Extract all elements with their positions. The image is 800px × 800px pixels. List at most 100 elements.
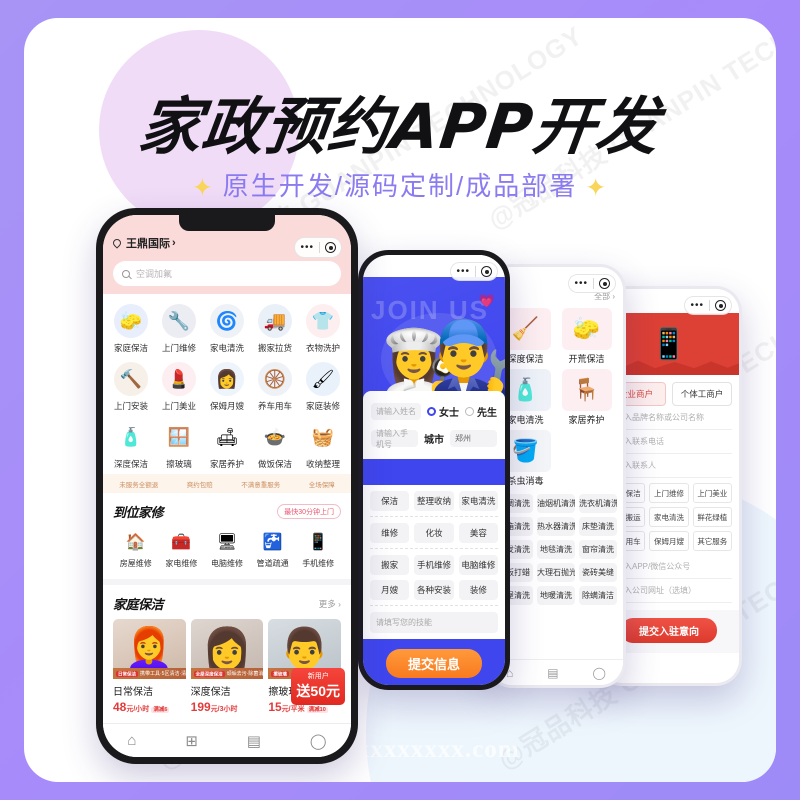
name-input[interactable]: 请输入姓名 — [371, 403, 421, 420]
p3-tag-row: 沙发清洗 地毯清洗 窗帘清洗 — [495, 540, 617, 559]
more-dots-icon[interactable]: ••• — [690, 300, 704, 311]
tag-divider — [370, 605, 498, 606]
subtitle-text: 原生开发/源码定制/成品部署 — [222, 171, 578, 201]
p4-service-tag[interactable]: 保姆月嫂 — [649, 531, 689, 551]
capsule-divider — [709, 300, 710, 311]
skill-input[interactable]: 请填写您的技能 — [370, 612, 498, 633]
tabbar-orders-icon[interactable]: ▤ — [247, 732, 261, 750]
p3-tag[interactable]: 除螨清洁 — [579, 586, 617, 605]
nanny-icon: 👩 — [210, 362, 244, 396]
phone-notch — [179, 215, 275, 231]
repair-item-pipe[interactable]: 🚰 管道疏通 — [250, 530, 296, 569]
phone-input[interactable]: 请输入手机号 — [371, 429, 418, 449]
service-item-deep-cleaning[interactable]: 🧴 深度保洁 — [107, 420, 155, 470]
more-dots-icon[interactable]: ••• — [300, 242, 314, 253]
p3-tag[interactable]: 地暖清洗 — [537, 586, 575, 605]
service-item-beauty[interactable]: 💄 上门美业 — [155, 362, 203, 412]
repair-item-mobile[interactable]: 📱 手机维修 — [295, 530, 341, 569]
submit-info-button[interactable]: 提交信息 — [385, 649, 482, 678]
p2-skill-tag[interactable]: 月嫂 — [370, 580, 410, 600]
p2-skill-tag[interactable]: 家电清洗 — [458, 491, 498, 511]
p3-tag[interactable]: 洗衣机清洗 — [579, 494, 617, 513]
price-unit: 元/平米 — [281, 706, 305, 713]
new-user-promo-float[interactable]: 新用户 送50元 — [291, 668, 345, 705]
p2-skill-tag[interactable]: 维修 — [370, 523, 410, 543]
service-item-appliance-wash[interactable]: 🌀 家电清洗 — [203, 304, 251, 354]
cleaning-more-link[interactable]: 更多 › — [319, 598, 341, 610]
more-dots-icon[interactable]: ••• — [574, 278, 588, 289]
repair-header: 到位家修 最快30分钟上门 — [113, 502, 341, 521]
repair-item-appliance[interactable]: 🧰 家电维修 — [159, 530, 205, 569]
p2-skill-tag[interactable]: 搬家 — [370, 555, 410, 575]
p2-skill-tag[interactable]: 装修 — [458, 580, 498, 600]
gender-female-option[interactable]: 女士 — [427, 404, 459, 419]
search-icon — [122, 269, 130, 278]
category-card[interactable]: 🧽 开荒保洁 — [556, 308, 617, 365]
close-target-icon[interactable] — [715, 300, 726, 311]
p3-tag[interactable]: 油烟机清洗 — [537, 494, 575, 513]
tabbar-profile-icon[interactable]: ◯ — [593, 666, 606, 680]
p3-tag[interactable]: 床垫清洗 — [579, 517, 617, 536]
close-target-icon[interactable] — [599, 278, 610, 289]
service-item-laundry[interactable]: 👕 衣物洗护 — [299, 304, 347, 354]
gender-male-option[interactable]: 先生 — [465, 404, 497, 419]
p3-tag[interactable]: 热水器清洗 — [537, 517, 575, 536]
service-item-repair[interactable]: 🔧 上门维修 — [155, 304, 203, 354]
category-card[interactable]: 🪑 家居养护 — [556, 369, 617, 426]
p2-tag-row: 搬家 手机维修 电脑维修 — [370, 555, 498, 575]
service-item-cooking[interactable]: 🍲 做饭保洁 — [251, 420, 299, 470]
tabbar-orders-icon[interactable]: ▤ — [547, 666, 558, 680]
p2-skill-tag[interactable]: 美容 — [458, 523, 498, 543]
p2-skill-tag[interactable]: 整理收纳 — [414, 491, 454, 511]
merchant-type-individual[interactable]: 个体工商户 — [672, 382, 732, 406]
submit-onboarding-button[interactable]: 提交入驻意向 — [621, 618, 717, 643]
miniprogram-capsule[interactable]: ••• — [294, 237, 342, 258]
miniprogram-capsule[interactable]: ••• — [568, 274, 616, 293]
repair-item-computer[interactable]: 🖥 电脑维修 — [204, 530, 250, 569]
p2-skill-tag[interactable]: 各种安装 — [414, 580, 454, 600]
mobile-icon: 📱 — [308, 534, 329, 551]
product-card[interactable]: 👩 全屋深度保洁顽垢去污·除菌消毒·洁至为止 深度保洁 199元/3小时 — [190, 619, 264, 714]
p2-skill-tag[interactable]: 化妆 — [414, 523, 454, 543]
phone2-screen: ••• JOIN US 👩‍🍳 👨‍🔧 💗 请输入姓名 女士 — [363, 255, 505, 685]
close-target-icon[interactable] — [481, 266, 492, 277]
p4-service-tag[interactable]: 鲜花绿植 — [692, 507, 732, 527]
house-icon: 🏠 — [125, 534, 146, 551]
close-target-icon[interactable] — [325, 242, 336, 253]
service-item-moving[interactable]: 🚚 搬家拉货 — [251, 304, 299, 354]
service-item-car-care[interactable]: 🛞 养车用车 — [251, 362, 299, 412]
shirt-icon: 👕 — [306, 304, 340, 338]
p3-tag[interactable]: 窗帘清洗 — [579, 540, 617, 559]
service-item-home-care[interactable]: 🛋 家居养护 — [203, 420, 251, 470]
tabbar-home-icon[interactable]: ⌂ — [127, 732, 136, 749]
miniprogram-capsule[interactable]: ••• — [450, 262, 498, 281]
repair-item-house[interactable]: 🏠 房屋维修 — [113, 530, 159, 569]
miniprogram-capsule[interactable]: ••• — [684, 296, 732, 315]
p3-tag[interactable]: 瓷砖美缝 — [579, 563, 617, 582]
p4-service-tag[interactable]: 家电清洗 — [649, 507, 689, 527]
search-bar[interactable]: 空调加氟 — [113, 261, 341, 286]
tabbar-category-icon[interactable]: ⊞ — [185, 732, 198, 750]
service-item-renovation[interactable]: 🖌 家庭装修 — [299, 362, 347, 412]
category-label: 家电清洗 — [507, 415, 544, 425]
p4-service-tag[interactable]: 其它服务 — [692, 531, 732, 551]
p2-skill-tag[interactable]: 电脑维修 — [458, 555, 498, 575]
product-card[interactable]: 👩‍🦰 日常保洁携带工具·5区清洁·清至为止 日常保洁 48元/小时满减6 — [113, 619, 186, 714]
p2-skill-tag[interactable]: 保洁 — [370, 491, 410, 511]
service-item-window-cleaning[interactable]: 🪟 擦玻璃 — [155, 420, 203, 470]
service-item-installation[interactable]: 🔨 上门安装 — [107, 362, 155, 412]
city-input[interactable]: 郑州 — [450, 430, 497, 447]
service-item-organizing[interactable]: 🧺 收纳整理 — [299, 420, 347, 470]
monitor-icon: 🖥 — [216, 534, 238, 551]
tabbar-profile-icon[interactable]: ◯ — [310, 732, 327, 750]
p3-tag[interactable]: 地毯清洗 — [537, 540, 575, 559]
more-dots-icon[interactable]: ••• — [456, 266, 470, 277]
steering-icon: 🛞 — [258, 362, 292, 396]
p3-tag[interactable]: 大理石抛光 — [537, 563, 575, 582]
service-item-home-cleaning[interactable]: 🧽 家庭保洁 — [107, 304, 155, 354]
p4-service-tag[interactable]: 上门维修 — [649, 483, 689, 503]
service-item-nanny[interactable]: 👩 保姆月嫂 — [203, 362, 251, 412]
p2-skill-tag[interactable]: 手机维修 — [414, 555, 454, 575]
truck-icon: 🚚 — [258, 304, 292, 338]
p4-service-tag[interactable]: 上门美业 — [692, 483, 732, 503]
